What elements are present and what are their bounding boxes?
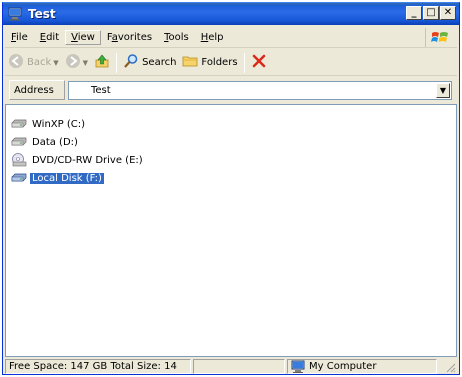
- up-folder-icon: [94, 53, 110, 72]
- drive-label: DVD/CD-RW Drive (E:): [32, 154, 143, 166]
- explorer-window: Test _ □ ✕ File Edit View Favorites Tool…: [2, 2, 460, 375]
- toolbar-separator: [116, 52, 118, 73]
- drive-label: Data (D:): [32, 136, 78, 148]
- hard-drive-icon: [11, 172, 27, 184]
- window-title: Test: [28, 7, 56, 21]
- search-icon: [123, 53, 139, 72]
- folders-label: Folders: [201, 57, 238, 68]
- title-bar[interactable]: Test _ □ ✕: [3, 3, 459, 25]
- folders-button[interactable]: Folders: [179, 52, 240, 74]
- windows-logo-icon: [425, 28, 453, 47]
- hard-drive-icon: [11, 118, 27, 130]
- back-arrow-icon: [8, 53, 24, 72]
- status-location-text: My Computer: [309, 361, 377, 372]
- status-info-text: Free Space: 147 GB Total Size: 14: [9, 361, 177, 372]
- menu-help[interactable]: Help: [195, 30, 230, 45]
- menu-file[interactable]: File: [5, 30, 34, 45]
- toolbar-separator: [243, 52, 245, 73]
- address-label: Address: [9, 80, 65, 100]
- up-folder-button[interactable]: [91, 52, 113, 74]
- forward-arrow-icon: [65, 53, 81, 72]
- back-label: Back: [27, 57, 52, 68]
- status-location-pane: My Computer: [287, 359, 437, 374]
- drive-item-c[interactable]: WinXP (C:): [11, 117, 87, 131]
- resize-grip-icon[interactable]: [444, 361, 456, 373]
- drive-item-f[interactable]: Local Disk (F:): [11, 171, 104, 185]
- delete-x-icon: [251, 53, 267, 72]
- status-bar: Free Space: 147 GB Total Size: 14 My Com…: [5, 359, 457, 374]
- search-button[interactable]: Search: [120, 52, 179, 74]
- search-label: Search: [142, 57, 177, 68]
- status-empty-pane: [193, 359, 285, 374]
- address-bar: Address Test ▼: [5, 78, 457, 102]
- back-button[interactable]: Back ▼: [5, 52, 62, 74]
- forward-button[interactable]: ▼: [62, 52, 91, 74]
- menu-edit[interactable]: Edit: [34, 30, 65, 45]
- minimize-icon: _: [411, 7, 417, 18]
- menu-view[interactable]: View: [65, 29, 101, 45]
- drive-item-d[interactable]: Data (D:): [11, 135, 80, 149]
- minimize-button[interactable]: _: [406, 6, 422, 20]
- drive-label: Local Disk (F:): [30, 172, 104, 184]
- menu-favorites[interactable]: Favorites: [101, 30, 158, 45]
- address-label-text: Address: [14, 84, 54, 96]
- maximize-button[interactable]: □: [423, 6, 439, 20]
- window-controls: _ □ ✕: [405, 6, 456, 20]
- forward-dropdown-icon[interactable]: ▼: [83, 59, 88, 67]
- folders-icon: [182, 53, 198, 72]
- back-dropdown-icon[interactable]: ▼: [53, 59, 58, 67]
- my-computer-icon: [291, 360, 305, 373]
- address-dropdown-button[interactable]: ▼: [436, 82, 450, 98]
- maximize-icon: □: [426, 7, 436, 18]
- drive-item-e[interactable]: DVD/CD-RW Drive (E:): [11, 153, 145, 167]
- hard-drive-icon: [11, 136, 27, 148]
- menu-bar: File Edit View Favorites Tools Help: [5, 27, 457, 48]
- delete-button[interactable]: [248, 52, 270, 74]
- window-app-icon[interactable]: [7, 6, 23, 22]
- chevron-down-icon: ▼: [439, 85, 447, 95]
- toolbar: Back ▼ ▼ Search Folders: [5, 50, 457, 76]
- close-icon: ✕: [443, 7, 453, 18]
- menu-tools[interactable]: Tools: [158, 30, 195, 45]
- address-value: Test: [91, 84, 111, 96]
- close-button[interactable]: ✕: [440, 6, 456, 20]
- address-input[interactable]: Test ▼: [68, 80, 452, 100]
- cd-drive-icon: [11, 153, 27, 167]
- status-info-pane: Free Space: 147 GB Total Size: 14: [5, 359, 191, 374]
- drive-label: WinXP (C:): [32, 118, 85, 130]
- file-list-pane[interactable]: WinXP (C:) Data (D:) DVD/CD-RW Drive (E:…: [5, 104, 457, 357]
